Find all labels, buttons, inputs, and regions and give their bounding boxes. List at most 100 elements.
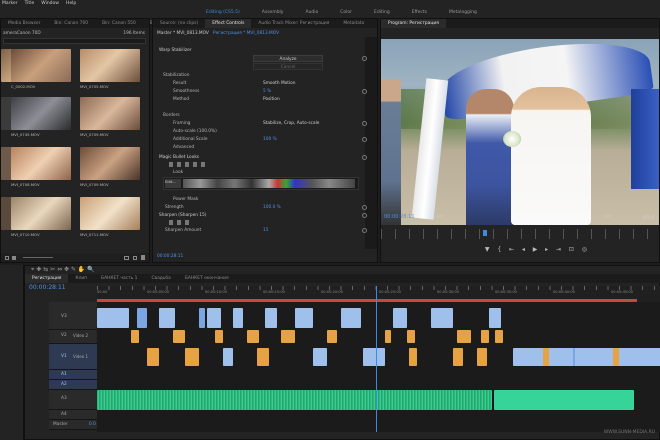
reset-icon[interactable] xyxy=(362,213,367,218)
trash-icon[interactable] xyxy=(141,255,145,260)
menu-help[interactable]: Help xyxy=(66,1,76,6)
tab-banquet-end[interactable]: БАНКЕТ окончания xyxy=(178,276,236,281)
mark-in-icon[interactable]: ▼ xyxy=(485,246,490,253)
workspace-effects[interactable]: Effects xyxy=(401,10,438,15)
strength-value[interactable]: 100.0 % xyxy=(263,205,281,210)
clip-v1[interactable] xyxy=(223,348,233,366)
export-frame-icon[interactable]: ◎ xyxy=(582,246,587,253)
tab-wedding[interactable]: Свадьба xyxy=(144,276,177,281)
reset-icon[interactable] xyxy=(362,155,367,160)
sharpen-label[interactable]: Sharpen (Sharpen 15) xyxy=(159,213,206,218)
clip-v2[interactable] xyxy=(173,330,185,343)
advanced-group[interactable]: Advanced xyxy=(173,145,194,150)
workspace-assembly[interactable]: Assembly xyxy=(251,10,295,15)
search-field[interactable] xyxy=(3,38,146,44)
menu-title[interactable]: Title xyxy=(25,1,35,6)
tab-metadata[interactable]: Metadata xyxy=(336,21,371,26)
clip-thumb-6[interactable] xyxy=(80,97,140,130)
clip-v3[interactable] xyxy=(97,308,129,328)
stabilization-group[interactable]: Stabilization xyxy=(163,73,189,78)
clip-v2[interactable] xyxy=(327,330,337,343)
timeline-playhead[interactable] xyxy=(376,286,377,432)
clip-v3[interactable] xyxy=(199,308,205,328)
clip-v1[interactable] xyxy=(453,348,463,366)
tab-registration[interactable]: Регистрация xyxy=(25,274,69,283)
clip-thumb-8[interactable] xyxy=(11,147,71,180)
tab-bin-canon700[interactable]: Bin: Canon 700 xyxy=(47,21,95,26)
clip-v3[interactable] xyxy=(295,308,313,328)
borders-group[interactable]: Borders xyxy=(163,113,180,118)
tab-bin-canon550[interactable]: Bin: Canon 550 xyxy=(95,21,143,26)
program-time-ruler[interactable] xyxy=(381,229,659,239)
menu-marker[interactable]: Marker xyxy=(2,1,18,6)
audio-clip-a3[interactable] xyxy=(97,390,492,410)
program-timecode[interactable]: 00:00:28:11 xyxy=(384,214,415,220)
workspace-editing[interactable]: Editing xyxy=(363,10,401,15)
resolution-dropdown[interactable]: 1/2 xyxy=(604,215,611,220)
clip-v1[interactable] xyxy=(477,348,487,366)
go-to-in-icon[interactable]: ⇤ xyxy=(509,246,514,253)
framing-dropdown[interactable]: Stabilize, Crop, Auto-scale xyxy=(263,121,319,126)
clip-v1[interactable] xyxy=(257,348,269,366)
clip-thumb-2[interactable] xyxy=(11,49,71,82)
tab-effect-controls[interactable]: Effect Controls xyxy=(205,19,252,28)
icon-view-icon[interactable] xyxy=(12,256,16,260)
clip-v1[interactable] xyxy=(363,348,385,366)
sharpen-amount-value[interactable]: 15 xyxy=(263,228,268,233)
play-icon[interactable]: ▶ xyxy=(533,246,538,253)
playhead-marker[interactable] xyxy=(483,230,487,236)
clip-v2[interactable] xyxy=(215,330,223,343)
clip-thumb-3[interactable] xyxy=(80,49,140,82)
clip-v2[interactable] xyxy=(407,330,415,343)
edit-looks-button[interactable]: Edit... xyxy=(165,179,181,188)
step-back-icon[interactable]: ◂ xyxy=(522,246,525,253)
new-item-icon[interactable] xyxy=(133,256,137,260)
clip-v3[interactable] xyxy=(489,308,501,328)
reset-icon[interactable] xyxy=(362,56,367,61)
clip-v2[interactable] xyxy=(481,330,489,343)
clip-v3[interactable] xyxy=(137,308,147,328)
clip-v3[interactable] xyxy=(207,308,221,328)
additional-scale-value[interactable]: 100 % xyxy=(263,137,277,142)
smoothness-value[interactable]: 5 % xyxy=(263,89,271,94)
reset-icon[interactable] xyxy=(362,228,367,233)
clip-v3[interactable] xyxy=(159,308,175,328)
clip-v2[interactable] xyxy=(385,330,391,343)
tab-banquet-part1[interactable]: БАНКЕТ часть 1 xyxy=(94,276,144,281)
step-forward-icon[interactable]: ▸ xyxy=(545,246,548,253)
zoom-slider[interactable] xyxy=(23,257,53,258)
tab-source[interactable]: Source: (no clips) xyxy=(153,21,205,26)
new-bin-icon[interactable] xyxy=(124,256,129,260)
clip-v3[interactable] xyxy=(265,308,277,328)
method-dropdown[interactable]: Position xyxy=(263,97,280,102)
clip-v3[interactable] xyxy=(431,308,453,328)
clip-v3[interactable] xyxy=(393,308,407,328)
reset-icon[interactable] xyxy=(362,137,367,142)
workspace-color[interactable]: Color xyxy=(329,10,363,15)
workspace-editing-cs55[interactable]: Editing (CS5.5) xyxy=(195,10,251,15)
timeline-timecode[interactable]: 00:00:28:11 xyxy=(29,284,66,291)
reset-icon[interactable] xyxy=(362,121,367,126)
result-dropdown[interactable]: Smooth Motion xyxy=(263,81,296,86)
list-view-icon[interactable] xyxy=(5,256,9,260)
workspace-audio[interactable]: Audio xyxy=(294,10,329,15)
cancel-button[interactable]: Cancel xyxy=(253,63,323,70)
mark-out-icon[interactable]: { xyxy=(497,246,501,253)
clip-thumb-5[interactable] xyxy=(11,97,71,130)
go-to-out-icon[interactable]: ⇥ xyxy=(556,246,561,253)
clip-v2[interactable] xyxy=(131,330,139,343)
audio-clip-a3[interactable] xyxy=(494,390,634,410)
fit-dropdown[interactable]: Fit xyxy=(437,215,442,220)
reset-icon[interactable] xyxy=(362,89,367,94)
time-ruler[interactable]: 00:00 00:00:05:00 00:00:10:00 00:00:15:0… xyxy=(97,286,660,302)
warp-stabilizer-label[interactable]: Warp Stabilizer xyxy=(159,48,192,53)
workspace-metalogging[interactable]: Metalogging xyxy=(438,10,488,15)
effect-controls-timecode[interactable]: 00:00:28:11 xyxy=(157,254,183,259)
clip-v2[interactable] xyxy=(281,330,295,343)
clip-v1[interactable] xyxy=(147,348,159,366)
tab-media-browser[interactable]: Media Browser xyxy=(1,21,47,26)
clip-v2[interactable] xyxy=(457,330,471,343)
clip-v1[interactable] xyxy=(313,348,327,366)
selection-tool-icon[interactable]: ⌖ ✚ ⇆ ✂ ⇔ ✥ ✎ ✋ 🔍 xyxy=(31,266,95,273)
clip-v2[interactable] xyxy=(495,330,503,343)
